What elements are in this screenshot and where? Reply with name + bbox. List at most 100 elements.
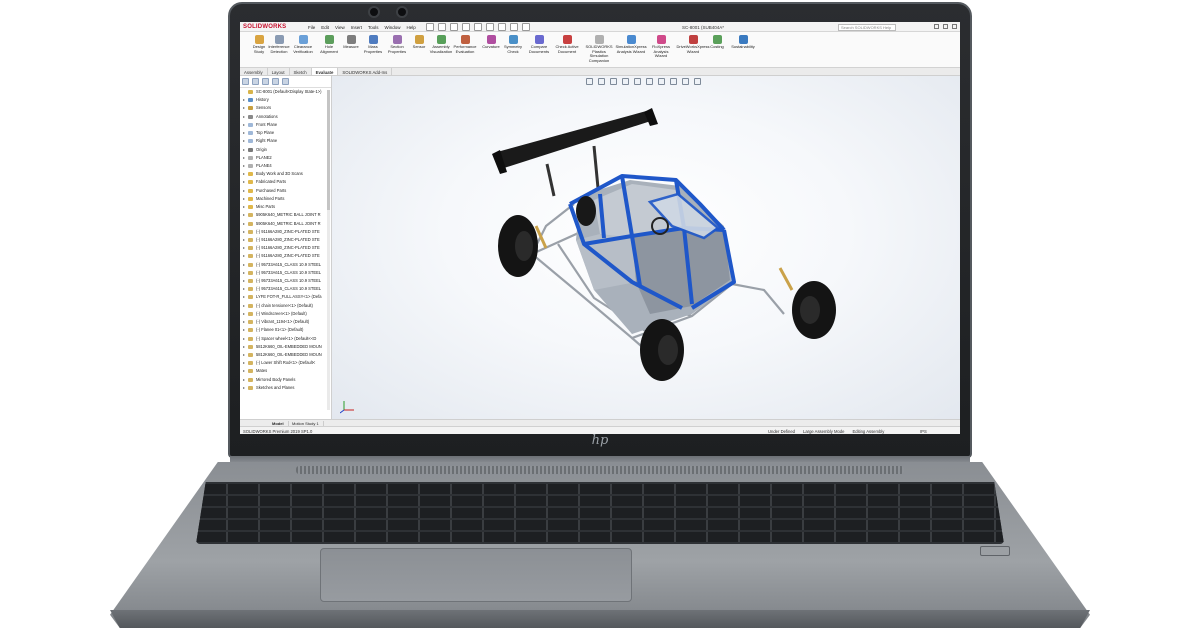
tree-scrollbar[interactable]: [327, 90, 330, 410]
tree-item[interactable]: ▸ Mates: [240, 367, 331, 375]
tree-item[interactable]: ▸ Misc Parts: [240, 203, 331, 211]
menu-view[interactable]: View: [335, 25, 345, 30]
expand-arrow-icon[interactable]: ▸: [243, 244, 245, 252]
tree-item[interactable]: ▸ Origin: [240, 146, 331, 154]
tree-item[interactable]: ▸ (-) Flanee 01<1> (Default): [240, 326, 331, 334]
expand-arrow-icon[interactable]: ▸: [243, 129, 245, 137]
tree-item[interactable]: ▸ (-) 95733A615_CLASS 10.9 STEEL: [240, 261, 331, 269]
expand-arrow-icon[interactable]: ▸: [243, 359, 245, 367]
new-document-icon[interactable]: [438, 23, 446, 31]
expand-arrow-icon[interactable]: ▸: [243, 310, 245, 318]
close-icon[interactable]: [952, 24, 957, 29]
expand-arrow-icon[interactable]: ▸: [243, 252, 245, 260]
expand-arrow-icon[interactable]: ▸: [243, 154, 245, 162]
tree-item[interactable]: ▸ (-) 91166A280_ZINC-PLATED STE: [240, 236, 331, 244]
tree-item[interactable]: ▸ Annotations: [240, 113, 331, 121]
dimxpert-tab-icon[interactable]: [272, 78, 279, 85]
expand-arrow-icon[interactable]: ▸: [243, 236, 245, 244]
tree-item[interactable]: ▸ (-) 95733A615_CLASS 10.9 STEEL: [240, 285, 331, 293]
buggy-3d-model[interactable]: [332, 76, 960, 419]
tree-item[interactable]: ▸ Sketches and Planes: [240, 384, 331, 392]
expand-arrow-icon[interactable]: ▸: [243, 113, 245, 121]
tree-item[interactable]: ▸ Machined Parts: [240, 195, 331, 203]
expand-arrow-icon[interactable]: ▸: [243, 211, 245, 219]
tree-item[interactable]: ▸ PLANE2: [240, 154, 331, 162]
ribbon-item-check[interactable]: Check Active Document: [550, 35, 584, 54]
menu-file[interactable]: File: [308, 25, 315, 30]
expand-arrow-icon[interactable]: ▸: [243, 293, 245, 301]
options-icon[interactable]: [522, 23, 530, 31]
solidworks-logo[interactable]: SOLIDWORKS: [243, 24, 286, 30]
tab-layout[interactable]: Layout: [268, 68, 290, 75]
tree-item[interactable]: ▸ Body Work and 3D Scans: [240, 170, 331, 178]
ribbon-item-simxpress[interactable]: SimulationXpress Analysis Wizard: [614, 35, 648, 54]
tree-item[interactable]: ▸ (-) Spacer wheel<1> (Default<<D: [240, 335, 331, 343]
rebuild-icon[interactable]: [510, 23, 518, 31]
graphics-viewport[interactable]: [332, 76, 960, 419]
configuration-manager-tab-icon[interactable]: [262, 78, 269, 85]
expand-arrow-icon[interactable]: ▸: [243, 351, 245, 359]
menu-help[interactable]: Help: [407, 25, 416, 30]
menu-window[interactable]: Window: [385, 25, 401, 30]
expand-arrow-icon[interactable]: ▸: [243, 269, 245, 277]
tree-item[interactable]: ▸ (-) 95733A615_CLASS 10.9 STEEL: [240, 269, 331, 277]
tab-model[interactable]: Model: [268, 420, 289, 426]
expand-arrow-icon[interactable]: ▸: [243, 326, 245, 334]
tree-root[interactable]: SC-8001 (Default<Display State-1>): [240, 88, 331, 96]
expand-arrow-icon[interactable]: ▸: [243, 277, 245, 285]
open-icon[interactable]: [450, 23, 458, 31]
expand-arrow-icon[interactable]: ▸: [243, 121, 245, 129]
select-icon[interactable]: [498, 23, 506, 31]
tree-item[interactable]: ▸ Front Plane: [240, 121, 331, 129]
expand-arrow-icon[interactable]: ▸: [243, 203, 245, 211]
expand-arrow-icon[interactable]: ▸: [243, 318, 245, 326]
tab-evaluate[interactable]: Evaluate: [311, 68, 339, 75]
tab-motion-study[interactable]: Motion Study 1: [288, 420, 324, 426]
expand-arrow-icon[interactable]: ▸: [243, 96, 245, 104]
tree-item[interactable]: ▸ LYFE FOT-R_FULL ASSY<1> (Defa: [240, 293, 331, 301]
minimize-icon[interactable]: [934, 24, 939, 29]
tree-item[interactable]: ▸ 5812K660_OIL-EMBEDDED MOUN: [240, 351, 331, 359]
feature-manager-tab-icon[interactable]: [242, 78, 249, 85]
tab-solidworks-add-ins[interactable]: SOLIDWORKS Add-Ins: [338, 68, 393, 75]
menu-insert[interactable]: Insert: [351, 25, 362, 30]
units-selector[interactable]: IPS: [920, 429, 927, 434]
tree-item[interactable]: ▸ 5905K640_METRIC BALL JOINT R: [240, 220, 331, 228]
tree-item[interactable]: ▸ (-) 91166A280_ZINC-PLATED STE: [240, 244, 331, 252]
ribbon-item-plastics[interactable]: SOLIDWORKS Plastics Simulation Companion: [582, 35, 616, 63]
help-search-input[interactable]: Search SOLIDWORKS Help: [838, 23, 896, 31]
tree-item[interactable]: ▸ Right Plane: [240, 137, 331, 145]
tree-item[interactable]: ▸ Purchased Parts: [240, 187, 331, 195]
expand-arrow-icon[interactable]: ▸: [243, 384, 245, 392]
expand-arrow-icon[interactable]: ▸: [243, 228, 245, 236]
print-icon[interactable]: [474, 23, 482, 31]
tab-sketch[interactable]: Sketch: [290, 68, 312, 75]
tree-item[interactable]: ▸ (-) Windscreen<1> (Default): [240, 310, 331, 318]
maximize-icon[interactable]: [943, 24, 948, 29]
expand-arrow-icon[interactable]: ▸: [243, 261, 245, 269]
expand-arrow-icon[interactable]: ▸: [243, 195, 245, 203]
tree-item[interactable]: ▸ Mirrored Body Panels: [240, 376, 331, 384]
expand-arrow-icon[interactable]: ▸: [243, 170, 245, 178]
menu-edit[interactable]: Edit: [321, 25, 329, 30]
expand-arrow-icon[interactable]: ▸: [243, 343, 245, 351]
tree-item[interactable]: ▸ (-) 91166A280_ZINC-PLATED STE: [240, 252, 331, 260]
menu-tools[interactable]: Tools: [368, 25, 379, 30]
tree-item[interactable]: ▸ (-) Vibrant_1194<1> (Default): [240, 318, 331, 326]
expand-arrow-icon[interactable]: ▸: [243, 367, 245, 375]
ribbon-item-sustainability[interactable]: Sustainability: [726, 35, 760, 50]
undo-icon[interactable]: [486, 23, 494, 31]
display-manager-tab-icon[interactable]: [282, 78, 289, 85]
expand-arrow-icon[interactable]: ▸: [243, 220, 245, 228]
expand-arrow-icon[interactable]: ▸: [243, 302, 245, 310]
property-manager-tab-icon[interactable]: [252, 78, 259, 85]
tab-assembly[interactable]: Assembly: [240, 68, 268, 75]
save-icon[interactable]: [462, 23, 470, 31]
tree-item[interactable]: ▸ History: [240, 96, 331, 104]
expand-arrow-icon[interactable]: ▸: [243, 104, 245, 112]
tree-item[interactable]: ▸ Fabricated Parts: [240, 178, 331, 186]
ribbon-item-floxpress[interactable]: FloXpress Analysis Wizard: [644, 35, 678, 59]
tree-item[interactable]: ▸ (-) Lower Shift Rod<1> (Default<: [240, 359, 331, 367]
tree-item[interactable]: ▸ (-) 91166A280_ZINC-PLATED STE: [240, 228, 331, 236]
tree-item[interactable]: ▸ Sensors: [240, 104, 331, 112]
